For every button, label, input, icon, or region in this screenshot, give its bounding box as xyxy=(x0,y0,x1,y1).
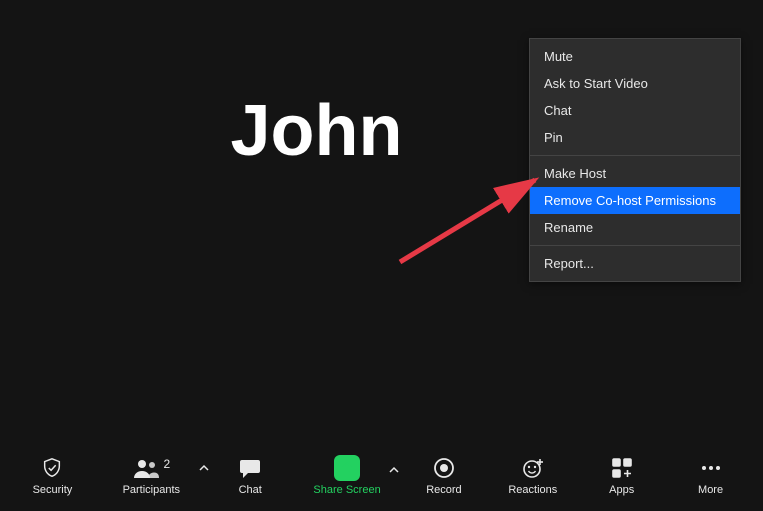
menu-item-make-host[interactable]: Make Host xyxy=(530,160,740,187)
security-label: Security xyxy=(33,484,73,496)
reactions-label: Reactions xyxy=(508,484,557,496)
apps-icon xyxy=(611,455,633,481)
record-label: Record xyxy=(426,484,461,496)
share-screen-button[interactable]: Share Screen xyxy=(307,455,387,496)
share-screen-icon xyxy=(334,455,360,481)
menu-item-remove-cohost[interactable]: Remove Co-host Permissions xyxy=(530,187,740,214)
chat-button[interactable]: Chat xyxy=(218,455,282,496)
menu-item-ask-start-video[interactable]: Ask to Start Video xyxy=(530,70,740,97)
share-chevron-icon[interactable] xyxy=(389,465,399,478)
record-icon xyxy=(433,455,455,481)
chat-label: Chat xyxy=(239,484,262,496)
shield-icon xyxy=(41,455,63,481)
participants-button[interactable]: 2 Participants xyxy=(109,455,193,496)
more-icon xyxy=(699,455,723,481)
more-button[interactable]: More xyxy=(679,455,743,496)
bottom-toolbar: Security 2 Participants Chat Share Scree… xyxy=(0,441,763,511)
menu-item-report[interactable]: Report... xyxy=(530,250,740,277)
menu-item-mute[interactable]: Mute xyxy=(530,43,740,70)
apps-label: Apps xyxy=(609,484,634,496)
participants-label: Participants xyxy=(123,484,180,496)
menu-item-pin[interactable]: Pin xyxy=(530,124,740,151)
participants-count: 2 xyxy=(163,457,170,471)
security-button[interactable]: Security xyxy=(20,455,84,496)
menu-item-rename[interactable]: Rename xyxy=(530,214,740,241)
record-button[interactable]: Record xyxy=(412,455,476,496)
more-label: More xyxy=(698,484,723,496)
reactions-button[interactable]: Reactions xyxy=(501,455,565,496)
participant-context-menu: Mute Ask to Start Video Chat Pin Make Ho… xyxy=(529,38,741,282)
participant-display-name: John xyxy=(231,90,403,172)
apps-button[interactable]: Apps xyxy=(590,455,654,496)
share-screen-label: Share Screen xyxy=(313,484,380,496)
menu-item-chat[interactable]: Chat xyxy=(530,97,740,124)
chat-icon xyxy=(238,455,262,481)
reactions-icon xyxy=(521,455,545,481)
participants-icon: 2 xyxy=(132,455,170,481)
participants-chevron-icon[interactable] xyxy=(199,463,209,476)
